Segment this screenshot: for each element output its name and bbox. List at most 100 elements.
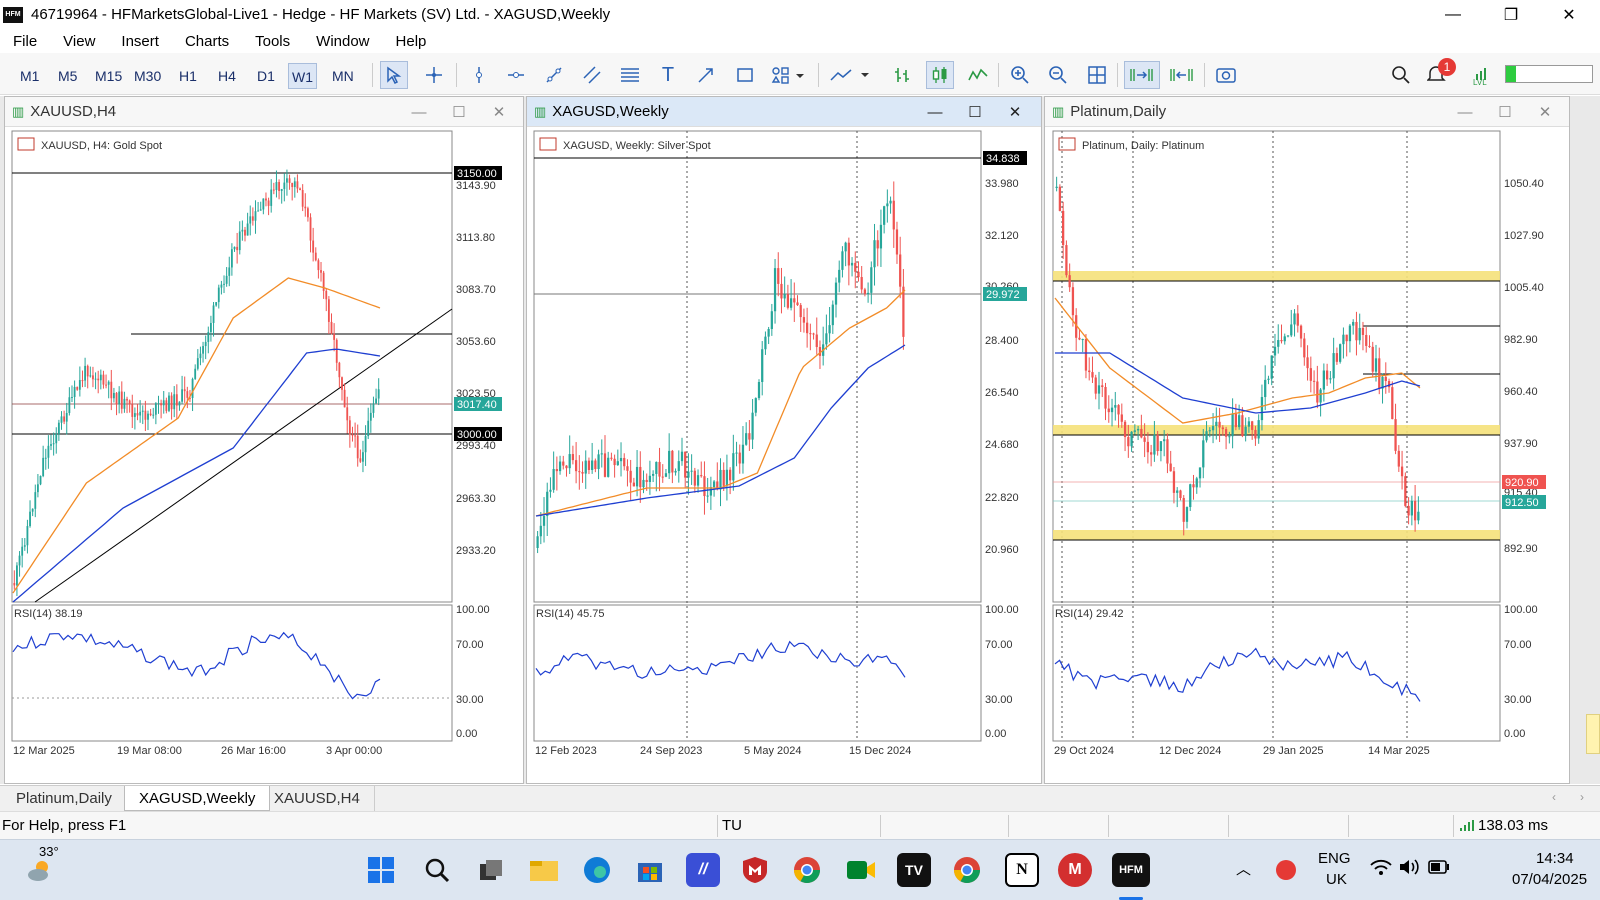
candle-body bbox=[275, 182, 278, 191]
candle-body bbox=[722, 469, 725, 486]
close-button[interactable]: ✕ bbox=[1540, 0, 1598, 29]
meet-icon[interactable] bbox=[844, 853, 878, 887]
chart-maximize-button[interactable]: ☐ bbox=[449, 101, 469, 123]
trendline-icon[interactable] bbox=[540, 61, 568, 89]
line-chart-icon[interactable] bbox=[964, 61, 992, 89]
vertical-scrollbar[interactable] bbox=[1586, 714, 1600, 754]
notification-icon[interactable]: 1 bbox=[1424, 58, 1456, 89]
arrow-icon[interactable] bbox=[692, 61, 720, 89]
chart-window-xauusd[interactable]: ▥ XAUUSD,H4 — ☐ ✕ XAUUSD, H4: Gold Spot … bbox=[4, 96, 524, 784]
chart-minimize-button[interactable]: — bbox=[1455, 101, 1475, 123]
chart-maximize-button[interactable]: ☐ bbox=[1495, 101, 1515, 123]
minimize-button[interactable]: — bbox=[1424, 0, 1482, 29]
xauusd-chart[interactable]: XAUUSD, H4: Gold Spot 3143.90 3113.80 30… bbox=[5, 128, 523, 784]
timeframe-h4[interactable]: H4 bbox=[215, 63, 239, 89]
candle-body bbox=[241, 229, 244, 232]
tab-platinum-daily[interactable]: Platinum,Daily bbox=[2, 786, 127, 811]
chart-minimize-button[interactable]: — bbox=[409, 101, 429, 123]
timeframe-d1[interactable]: D1 bbox=[254, 63, 278, 89]
timeframe-m5[interactable]: M5 bbox=[55, 63, 80, 89]
windows-start-icon[interactable] bbox=[364, 853, 398, 887]
menu-tools[interactable]: Tools bbox=[242, 33, 303, 50]
language-indicator[interactable]: ENG bbox=[1318, 850, 1351, 867]
chrome-profile-icon[interactable] bbox=[950, 853, 984, 887]
region-indicator[interactable]: UK bbox=[1326, 871, 1347, 888]
tab-xagusd-weekly[interactable]: XAGUSD,Weekly bbox=[124, 786, 271, 811]
chart-window-xagusd[interactable]: ▥ XAGUSD,Weekly — ☐ ✕ XAGUSD, Weekly: Si… bbox=[526, 96, 1042, 784]
volume-icon[interactable] bbox=[1398, 858, 1420, 880]
resistance-zone[interactable] bbox=[1053, 271, 1500, 281]
task-view-icon[interactable] bbox=[474, 853, 508, 887]
candle-body bbox=[780, 283, 783, 299]
candle-body bbox=[210, 322, 212, 333]
timeframe-m15[interactable]: M15 bbox=[92, 63, 125, 89]
edge-icon[interactable] bbox=[580, 853, 614, 887]
chart-maximize-button[interactable]: ☐ bbox=[965, 101, 985, 123]
battery-icon[interactable] bbox=[1428, 860, 1450, 878]
vertical-line-icon[interactable] bbox=[465, 61, 493, 89]
show-hidden-icons-icon[interactable]: ︿ bbox=[1236, 858, 1251, 879]
autoscroll-icon[interactable] bbox=[1124, 61, 1160, 89]
trendline[interactable] bbox=[34, 308, 453, 603]
rectangle-icon[interactable] bbox=[731, 61, 759, 89]
timeframe-w1[interactable]: W1 bbox=[288, 63, 317, 89]
restore-button[interactable]: ❐ bbox=[1482, 0, 1540, 29]
screenshot-icon[interactable] bbox=[1212, 61, 1240, 89]
tab-xauusd-h4[interactable]: XAUUSD,H4 bbox=[260, 786, 375, 811]
wifi-icon[interactable] bbox=[1370, 858, 1392, 880]
file-explorer-icon[interactable] bbox=[527, 853, 561, 887]
chart-close-button[interactable]: ✕ bbox=[1535, 101, 1555, 123]
app-icon[interactable]: // bbox=[686, 853, 720, 887]
grid-icon[interactable] bbox=[1083, 61, 1111, 89]
search-icon[interactable] bbox=[1387, 61, 1415, 89]
zoom-out-icon[interactable] bbox=[1044, 61, 1072, 89]
horizontal-line-icon[interactable] bbox=[502, 61, 530, 89]
candle-body bbox=[71, 397, 73, 399]
support-zone[interactable] bbox=[1053, 425, 1500, 435]
chart-window-platinum[interactable]: ▥ Platinum,Daily — ☐ ✕ Platinum, Daily: … bbox=[1044, 96, 1570, 784]
menu-insert[interactable]: Insert bbox=[108, 33, 172, 50]
chart-minimize-button[interactable]: — bbox=[925, 101, 945, 123]
menu-file[interactable]: File bbox=[0, 33, 50, 50]
search-icon[interactable] bbox=[420, 853, 454, 887]
shapes-icon[interactable] bbox=[768, 61, 808, 89]
menu-window[interactable]: Window bbox=[303, 33, 382, 50]
chart-close-button[interactable]: ✕ bbox=[489, 101, 509, 123]
cursor-icon[interactable] bbox=[380, 61, 408, 89]
zoom-in-icon[interactable] bbox=[1006, 61, 1034, 89]
equidistant-channel-icon[interactable] bbox=[578, 61, 606, 89]
indicators-icon[interactable] bbox=[828, 61, 874, 89]
candle-body bbox=[110, 381, 113, 399]
timeframe-h1[interactable]: H1 bbox=[176, 63, 200, 89]
candlestick-icon[interactable] bbox=[926, 61, 954, 89]
mcafee-icon[interactable] bbox=[738, 853, 772, 887]
timeframe-m30[interactable]: M30 bbox=[131, 63, 164, 89]
crosshair-icon[interactable] bbox=[420, 61, 448, 89]
mega-icon[interactable]: M bbox=[1058, 853, 1092, 887]
menu-help[interactable]: Help bbox=[383, 33, 440, 50]
tradingview-icon[interactable]: TV bbox=[897, 853, 931, 887]
store-icon[interactable] bbox=[633, 853, 667, 887]
menu-view[interactable]: View bbox=[50, 33, 108, 50]
hfm-icon[interactable]: HFM bbox=[1112, 853, 1150, 887]
notion-icon[interactable]: N bbox=[1005, 853, 1039, 887]
tray-app-icon[interactable] bbox=[1276, 860, 1296, 880]
weather-icon[interactable] bbox=[26, 858, 56, 882]
text-icon[interactable]: T bbox=[654, 61, 682, 89]
support-zone-lower[interactable] bbox=[1053, 530, 1500, 540]
timeframe-mn[interactable]: MN bbox=[329, 63, 357, 89]
fibonacci-icon[interactable] bbox=[616, 61, 644, 89]
xagusd-chart[interactable]: XAGUSD, Weekly: Silver Spot 33.980 32.12… bbox=[527, 128, 1041, 784]
chart-close-button[interactable]: ✕ bbox=[1005, 101, 1025, 123]
time-tick: 29 Oct 2024 bbox=[1054, 745, 1114, 757]
timeframe-m1[interactable]: M1 bbox=[17, 63, 42, 89]
platinum-chart[interactable]: Platinum, Daily: Platinum 1050.40 1027.9… bbox=[1045, 128, 1569, 784]
chrome-icon[interactable] bbox=[790, 853, 824, 887]
tab-scroll-right-icon[interactable]: › bbox=[1580, 790, 1584, 804]
tab-scroll-left-icon[interactable]: ‹ bbox=[1552, 790, 1556, 804]
chart-shift-icon[interactable] bbox=[1164, 61, 1200, 89]
clock-time[interactable]: 14:34 bbox=[1536, 850, 1574, 867]
clock-date[interactable]: 07/04/2025 bbox=[1512, 871, 1587, 888]
bar-chart-icon[interactable] bbox=[888, 61, 916, 89]
menu-charts[interactable]: Charts bbox=[172, 33, 242, 50]
